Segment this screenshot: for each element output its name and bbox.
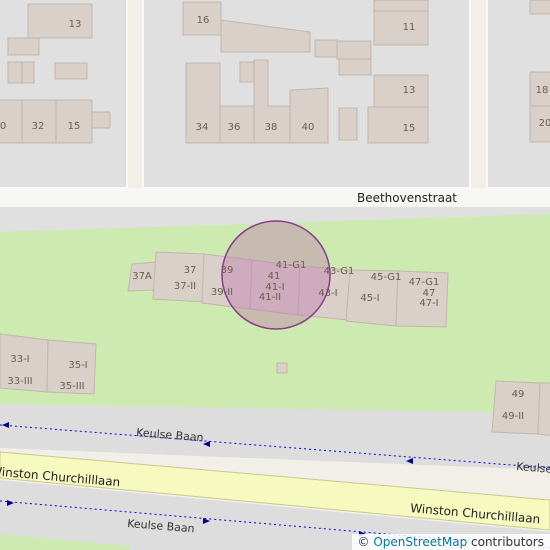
house-number: 32: [32, 121, 45, 132]
building: [338, 58, 372, 76]
house-number: 40: [302, 122, 315, 133]
map-view[interactable]: 13 16 11 0 32 15 34 36 38 40 13 15 18 20…: [0, 0, 550, 550]
house-number: 39-II: [211, 287, 233, 298]
house-number: 36: [228, 122, 241, 133]
house-number: 33-III: [7, 376, 32, 387]
map-canvas[interactable]: 13 16 11 0 32 15 34 36 38 40 13 15 18 20…: [0, 0, 550, 550]
house-number: 18: [536, 85, 549, 96]
building: [7, 61, 23, 84]
house-number: 43-I: [318, 288, 337, 299]
house-number: 35-III: [59, 381, 84, 392]
building: [239, 61, 255, 83]
building: [336, 40, 372, 60]
house-number: 41: [268, 271, 281, 282]
house-number: 0: [0, 121, 6, 132]
house-number: 41-II: [259, 292, 281, 303]
building: [276, 362, 288, 374]
house-number: 13: [403, 85, 416, 96]
house-number: 37-II: [174, 281, 196, 292]
house-number: 15: [68, 121, 81, 132]
building: [338, 107, 358, 141]
building: [529, 0, 550, 15]
house-number: 13: [69, 19, 82, 30]
building: [537, 382, 550, 436]
house-number: 16: [197, 15, 210, 26]
house-number: 49-II: [502, 411, 524, 422]
house-number: 43-G1: [324, 266, 355, 277]
building: [21, 61, 35, 84]
house-number: 45-G1: [371, 272, 402, 283]
house-number: 15: [403, 123, 416, 134]
house-number: 20: [539, 118, 550, 129]
openstreetmap-link[interactable]: OpenStreetMap: [373, 535, 467, 549]
house-number: 47-I: [419, 298, 438, 309]
building: [27, 3, 93, 39]
house-number: 35-I: [68, 360, 87, 371]
house-number: 11: [403, 22, 416, 33]
building: [373, 10, 429, 46]
house-number: 39: [221, 265, 234, 276]
copyright-symbol: ©: [357, 535, 370, 549]
house-number: 37: [184, 265, 197, 276]
building: [367, 106, 429, 144]
house-number: 49: [512, 389, 525, 400]
house-number: 45-I: [360, 293, 379, 304]
house-number: 38: [265, 122, 278, 133]
building: [152, 251, 205, 303]
map-attribution: © OpenStreetMap contributors: [351, 534, 550, 550]
building: [289, 87, 329, 144]
attribution-suffix: contributors: [471, 535, 544, 549]
street-label-beethovenstraat: Beethovenstraat: [357, 191, 457, 205]
building: [91, 111, 111, 129]
house-number: 37A: [132, 271, 152, 282]
building: [373, 0, 429, 12]
building: [7, 37, 40, 56]
house-number: 34: [196, 122, 209, 133]
house-number: 33-I: [10, 354, 29, 365]
building: [373, 74, 429, 108]
building: [314, 39, 338, 58]
beethovenstraat-road[interactable]: [0, 188, 550, 207]
building: [54, 62, 88, 80]
house-number: 47-G1: [409, 277, 440, 288]
house-number: 41-G1: [276, 260, 307, 271]
